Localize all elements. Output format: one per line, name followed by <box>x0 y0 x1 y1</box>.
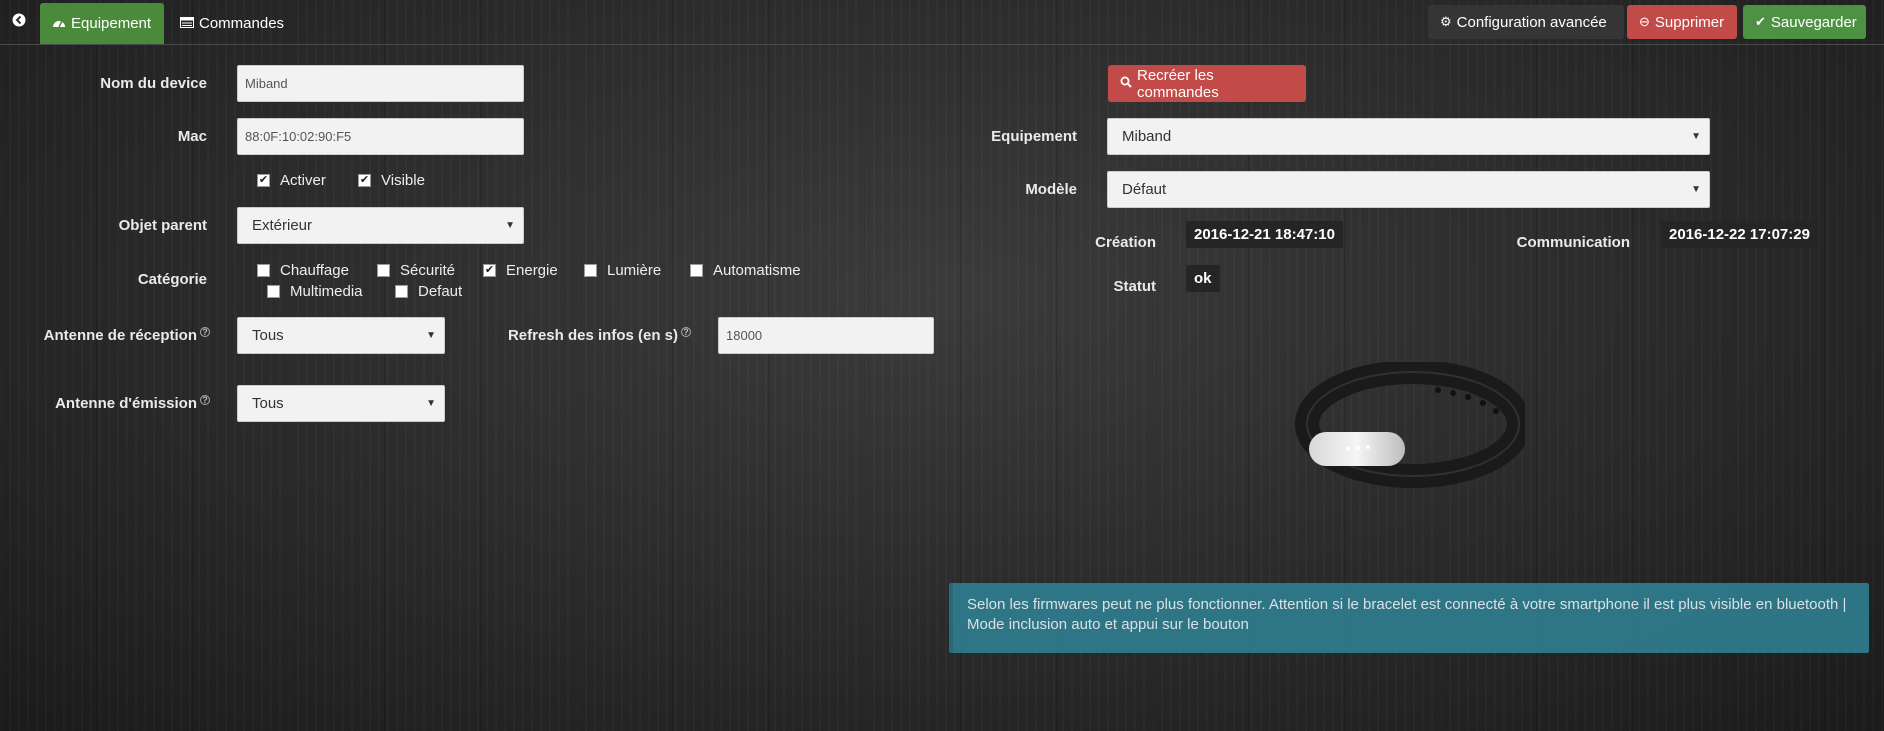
rx-antenna-label: Antenne de réception? <box>10 327 210 344</box>
question-circle-icon[interactable]: ? <box>681 327 691 337</box>
cogs-icon: ⚙ <box>1440 14 1452 29</box>
checkbox-securite-box[interactable] <box>377 264 390 277</box>
arrow-left-circle-icon <box>12 13 26 32</box>
creation-value: 2016-12-21 18:47:10 <box>1186 221 1343 248</box>
rx-antenna-value: Tous <box>252 327 284 344</box>
caret-down-icon: ▼ <box>1691 184 1701 195</box>
category-lumiere[interactable]: Lumière <box>584 262 661 279</box>
category-defaut-label: Defaut <box>418 283 463 300</box>
tx-antenna-select[interactable]: Tous ▼ <box>237 385 445 422</box>
category-securite-label: Sécurité <box>400 262 456 279</box>
category-securite[interactable]: Sécurité <box>377 262 455 279</box>
category-automatisme-label: Automatisme <box>713 262 801 279</box>
advanced-config-button[interactable]: ⚙ Configuration avancée <box>1428 5 1624 39</box>
activer-label: Activer <box>280 172 326 189</box>
status-label: Statut <box>1113 278 1157 295</box>
caret-down-icon: ▼ <box>1691 131 1701 142</box>
parent-object-label: Objet parent <box>118 217 207 234</box>
checkbox-visible-box[interactable]: ✔ <box>358 174 371 187</box>
advanced-config-label: Configuration avancée <box>1456 13 1607 31</box>
refresh-label-text: Refresh des infos (en s) <box>507 327 678 344</box>
save-label: Sauvegarder <box>1770 13 1857 31</box>
checkbox-automatisme-box[interactable] <box>690 264 703 277</box>
category-lumiere-label: Lumière <box>607 262 662 279</box>
device-name-label: Nom du device <box>100 75 207 92</box>
equipment-select[interactable]: Miband ▼ <box>1107 118 1710 155</box>
category-multimedia-label: Multimedia <box>290 283 363 300</box>
rx-antenna-label-text: Antenne de réception <box>43 327 197 344</box>
list-icon <box>180 15 194 32</box>
category-energie-label: Energie <box>506 262 558 279</box>
checkbox-chauffage-box[interactable] <box>257 264 270 277</box>
save-button[interactable]: ✔ Sauvegarder <box>1743 5 1866 39</box>
mac-label: Mac <box>177 128 207 145</box>
tx-antenna-label: Antenne d'émission? <box>10 395 210 412</box>
question-circle-icon[interactable]: ? <box>200 395 210 405</box>
communication-value: 2016-12-22 17:07:29 <box>1661 221 1818 248</box>
activer-checkbox[interactable]: ✔ Activer <box>257 172 326 189</box>
model-value: Défaut <box>1122 181 1167 198</box>
category-multimedia[interactable]: Multimedia <box>267 283 363 300</box>
refresh-label: Refresh des infos (en s)? <box>480 327 691 344</box>
refresh-input[interactable]: 18000 <box>718 317 934 354</box>
recreate-commands-label: Recréer les commandes <box>1137 66 1219 101</box>
checkbox-defaut-box[interactable] <box>395 285 408 298</box>
checkbox-multimedia-box[interactable] <box>267 285 280 298</box>
tab-commandes-label: Commandes <box>199 15 285 32</box>
model-select[interactable]: Défaut ▼ <box>1107 171 1710 208</box>
checkbox-energie-box[interactable]: ✔ <box>483 264 496 277</box>
parent-object-value: Extérieur <box>252 217 313 234</box>
top-bar: Equipement Commandes ⚙ Configuration ava… <box>0 0 1884 45</box>
tx-antenna-label-text: Antenne d'émission <box>55 395 197 412</box>
tab-equipement-label: Equipement <box>71 15 152 32</box>
tab-equipement[interactable]: Equipement <box>40 3 164 44</box>
status-value: ok <box>1186 265 1220 292</box>
dashboard-icon <box>52 15 66 32</box>
equipment-value: Miband <box>1122 128 1172 145</box>
info-alert: Selon les firmwares peut ne plus fonctio… <box>949 583 1869 653</box>
check-circle-icon: ✔ <box>1755 14 1766 29</box>
tx-antenna-value: Tous <box>252 395 284 412</box>
visible-checkbox[interactable]: ✔ Visible <box>358 172 425 189</box>
mac-input[interactable]: 88:0F:10:02:90:F5 <box>237 118 524 155</box>
checkbox-activer-box[interactable]: ✔ <box>257 174 270 187</box>
search-icon <box>1120 75 1132 92</box>
minus-circle-icon: ⊖ <box>1639 14 1650 29</box>
parent-object-select[interactable]: Extérieur ▼ <box>237 207 524 244</box>
caret-down-icon: ▼ <box>505 220 515 231</box>
caret-down-icon: ▼ <box>426 330 436 341</box>
back-button[interactable] <box>8 8 30 36</box>
category-chauffage[interactable]: Chauffage <box>257 262 349 279</box>
question-circle-icon[interactable]: ? <box>200 327 210 337</box>
equipment-label: Equipement <box>991 128 1077 145</box>
category-label: Catégorie <box>137 271 207 288</box>
delete-button[interactable]: ⊖ Supprimer <box>1627 5 1737 39</box>
tab-commandes[interactable]: Commandes <box>168 3 298 44</box>
delete-label: Supprimer <box>1654 13 1725 31</box>
category-automatisme[interactable]: Automatisme <box>690 262 801 279</box>
caret-down-icon: ▼ <box>426 398 436 409</box>
communication-label: Communication <box>1516 234 1630 251</box>
creation-label: Création <box>1095 234 1156 251</box>
visible-label: Visible <box>381 172 425 189</box>
category-chauffage-label: Chauffage <box>280 262 349 279</box>
device-name-input[interactable]: Miband <box>237 65 524 102</box>
category-defaut[interactable]: Defaut <box>395 283 462 300</box>
checkbox-lumiere-box[interactable] <box>584 264 597 277</box>
device-image <box>1293 360 1531 492</box>
model-label: Modèle <box>1025 181 1077 198</box>
recreate-commands-button[interactable]: Recréer les commandes <box>1108 65 1306 102</box>
category-energie[interactable]: ✔ Energie <box>483 262 558 279</box>
rx-antenna-select[interactable]: Tous ▼ <box>237 317 445 354</box>
